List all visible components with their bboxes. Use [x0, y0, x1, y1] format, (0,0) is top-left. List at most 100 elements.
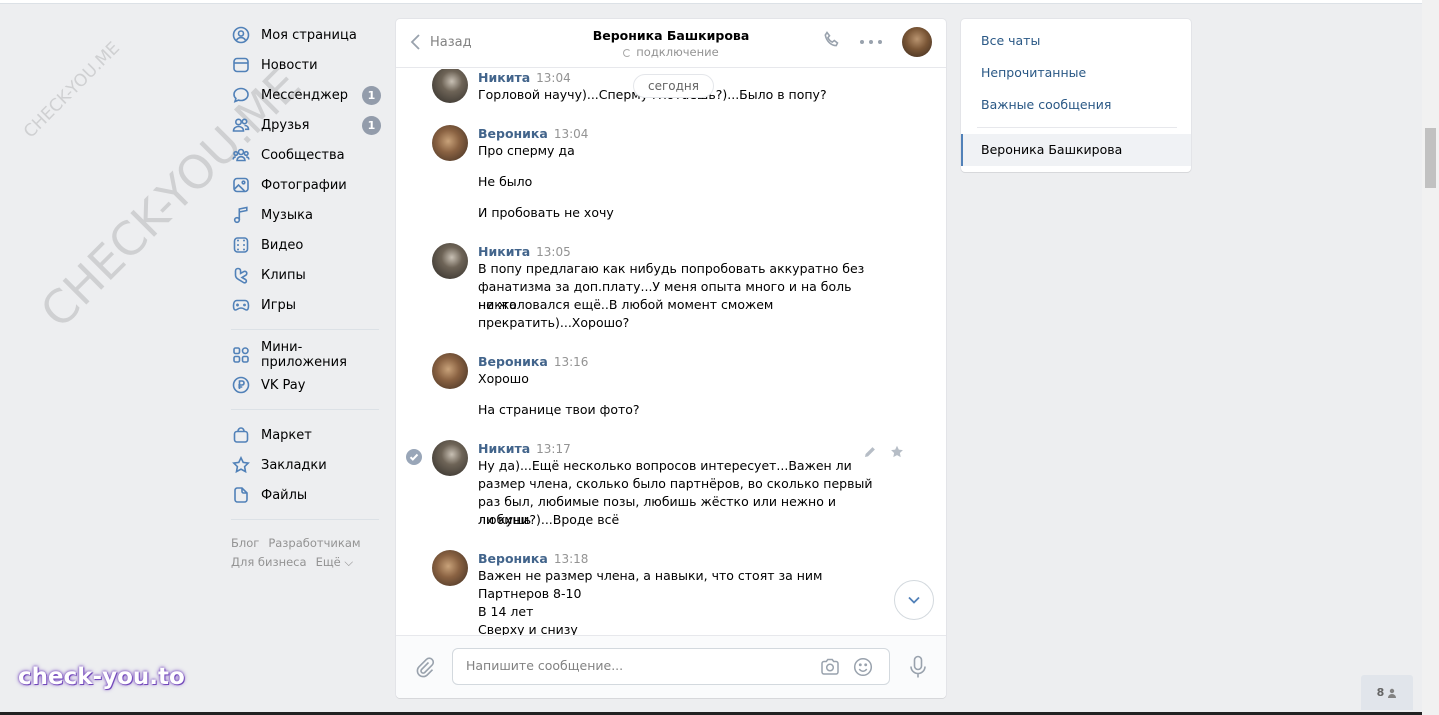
avatar[interactable] [432, 69, 468, 103]
peer-status-text: подключение [636, 45, 719, 59]
more-dots-icon[interactable] [860, 40, 882, 44]
message-author[interactable]: Вероника [478, 126, 548, 141]
footer-link-more[interactable]: Ещё ⌵ [316, 555, 354, 569]
paperclip-icon[interactable] [414, 656, 436, 682]
footer-link-dev[interactable]: Разработчикам [268, 536, 360, 550]
chat-filter-panel: Все чаты Непрочитанные Важные сообщения … [961, 19, 1191, 172]
nav-item-files[interactable]: Файлы [231, 480, 381, 510]
message-text: Сверху и снизу [478, 622, 578, 635]
nav-label: Игры [261, 297, 297, 313]
selected-check-icon[interactable] [406, 449, 422, 465]
peer-avatar[interactable] [902, 27, 932, 57]
online-friends-button[interactable]: 8 [1361, 675, 1413, 710]
nav-item-mini-apps[interactable]: Мини-приложения [231, 340, 381, 370]
nav-item-news[interactable]: Новости [231, 50, 381, 80]
message-text: Хорошо [478, 371, 529, 386]
nav-item-music[interactable]: Музыка [231, 200, 381, 230]
nav-label: Музыка [261, 207, 313, 223]
filter-all-chats[interactable]: Все чаты [981, 33, 1040, 48]
message-author[interactable]: Вероника [478, 354, 548, 369]
filter-unread[interactable]: Непрочитанные [981, 65, 1086, 80]
news-icon [232, 56, 250, 74]
message-text: Партнеров 8-10 [478, 586, 582, 601]
ruble-icon [232, 376, 250, 394]
nav-label: Фотографии [261, 177, 347, 193]
clips-icon [232, 266, 250, 284]
phone-icon[interactable] [822, 30, 842, 54]
message-time: 13:04 [553, 127, 589, 141]
avatar[interactable] [432, 550, 468, 586]
nav-item-photos[interactable]: Фотографии [231, 170, 381, 200]
message-text: Важен не размер члена, а навыки, что сто… [478, 568, 823, 583]
message-time: 13:17 [536, 442, 571, 456]
avatar[interactable] [432, 353, 468, 389]
nav-label: Файлы [261, 487, 308, 503]
online-count: 8 [1376, 686, 1385, 699]
footer-link-blog[interactable]: Блог [231, 536, 259, 550]
date-separator: сегодня [633, 74, 714, 98]
nav-item-communities[interactable]: Сообщества [231, 140, 381, 170]
nav-label: Мини-приложения [261, 340, 347, 370]
star-icon [232, 456, 250, 474]
message-time: 13:16 [553, 355, 589, 369]
message-text: прекратить)...Хорошо? [478, 315, 630, 330]
message-input-box[interactable] [452, 648, 890, 685]
nav-label: Сообщества [261, 147, 345, 163]
filter-important[interactable]: Важные сообщения [981, 97, 1111, 112]
nav-item-messenger[interactable]: Мессенджер 1 [231, 80, 381, 110]
nav-item-video[interactable]: Видео [231, 230, 381, 260]
panel-divider [977, 127, 1177, 128]
message-text: В 14 лет [478, 604, 534, 619]
message-input[interactable] [466, 658, 796, 673]
file-icon [232, 486, 250, 504]
nav-label: Закладки [261, 457, 327, 473]
header-actions [822, 27, 932, 57]
nav-item-my-page[interactable]: Моя страница [231, 20, 381, 50]
nav-label: Новости [261, 57, 318, 73]
friends-icon [232, 116, 250, 134]
chevron-down-icon [908, 596, 920, 604]
nav-item-friends[interactable]: Друзья 1 [231, 110, 381, 140]
message-text: Ну да)...Ещё несколько вопросов интересу… [478, 458, 852, 473]
message-text: Не было [478, 174, 533, 189]
nav-item-games[interactable]: Игры [231, 290, 381, 320]
avatar[interactable] [432, 440, 468, 476]
unread-badge: 1 [362, 86, 381, 105]
nav-divider [231, 329, 379, 330]
brand-watermark: check-you.to [18, 664, 185, 690]
nav-label: Мессенджер [261, 87, 348, 103]
nav-item-bookmarks[interactable]: Закладки [231, 450, 381, 480]
message-author[interactable]: Никита [478, 244, 530, 259]
footer-links: Блог Разработчикам Для бизнеса Ещё ⌵ [231, 534, 381, 572]
page-scrollbar[interactable] [1422, 0, 1439, 715]
footer-link-business[interactable]: Для бизнеса [231, 555, 307, 569]
video-icon [232, 236, 250, 254]
scrollbar-thumb[interactable] [1425, 128, 1436, 188]
scroll-to-bottom-button[interactable] [894, 580, 934, 620]
nav-item-vk-pay[interactable]: VK Pay [231, 370, 381, 400]
nav-item-clips[interactable]: Клипы [231, 260, 381, 290]
avatar[interactable] [432, 243, 468, 279]
gamepad-icon [232, 296, 250, 314]
chat-panel: Назад Вероника Башкирова подключение сег… [396, 19, 946, 698]
message-author[interactable]: Вероника [478, 551, 548, 566]
top-bar [0, 0, 1422, 4]
smile-icon[interactable] [852, 657, 874, 681]
message-text: не жаловался ещё..В любой момент сможем [478, 297, 774, 312]
microphone-icon[interactable] [907, 655, 929, 683]
message-history[interactable]: сегодня Никита 13:04 Горловой научу)...Сп… [396, 69, 946, 635]
nav-item-market[interactable]: Маркет [231, 420, 381, 450]
message-composer [396, 635, 946, 698]
active-chat-item[interactable]: Вероника Башкирова [961, 134, 1191, 166]
avatar[interactable] [432, 125, 468, 161]
message-author[interactable]: Никита [478, 70, 530, 85]
nav-divider [231, 519, 379, 520]
star-icon[interactable] [890, 445, 904, 459]
message-text: И пробовать не хочу [478, 205, 614, 220]
camera-icon[interactable] [819, 657, 841, 681]
user-circle-icon [232, 26, 250, 44]
message-text: В попу предлагаю как нибудь попробовать … [478, 261, 865, 276]
chat-bubble-icon [232, 86, 250, 104]
message-author[interactable]: Никита [478, 441, 530, 456]
chat-header: Назад Вероника Башкирова подключение [396, 19, 946, 68]
